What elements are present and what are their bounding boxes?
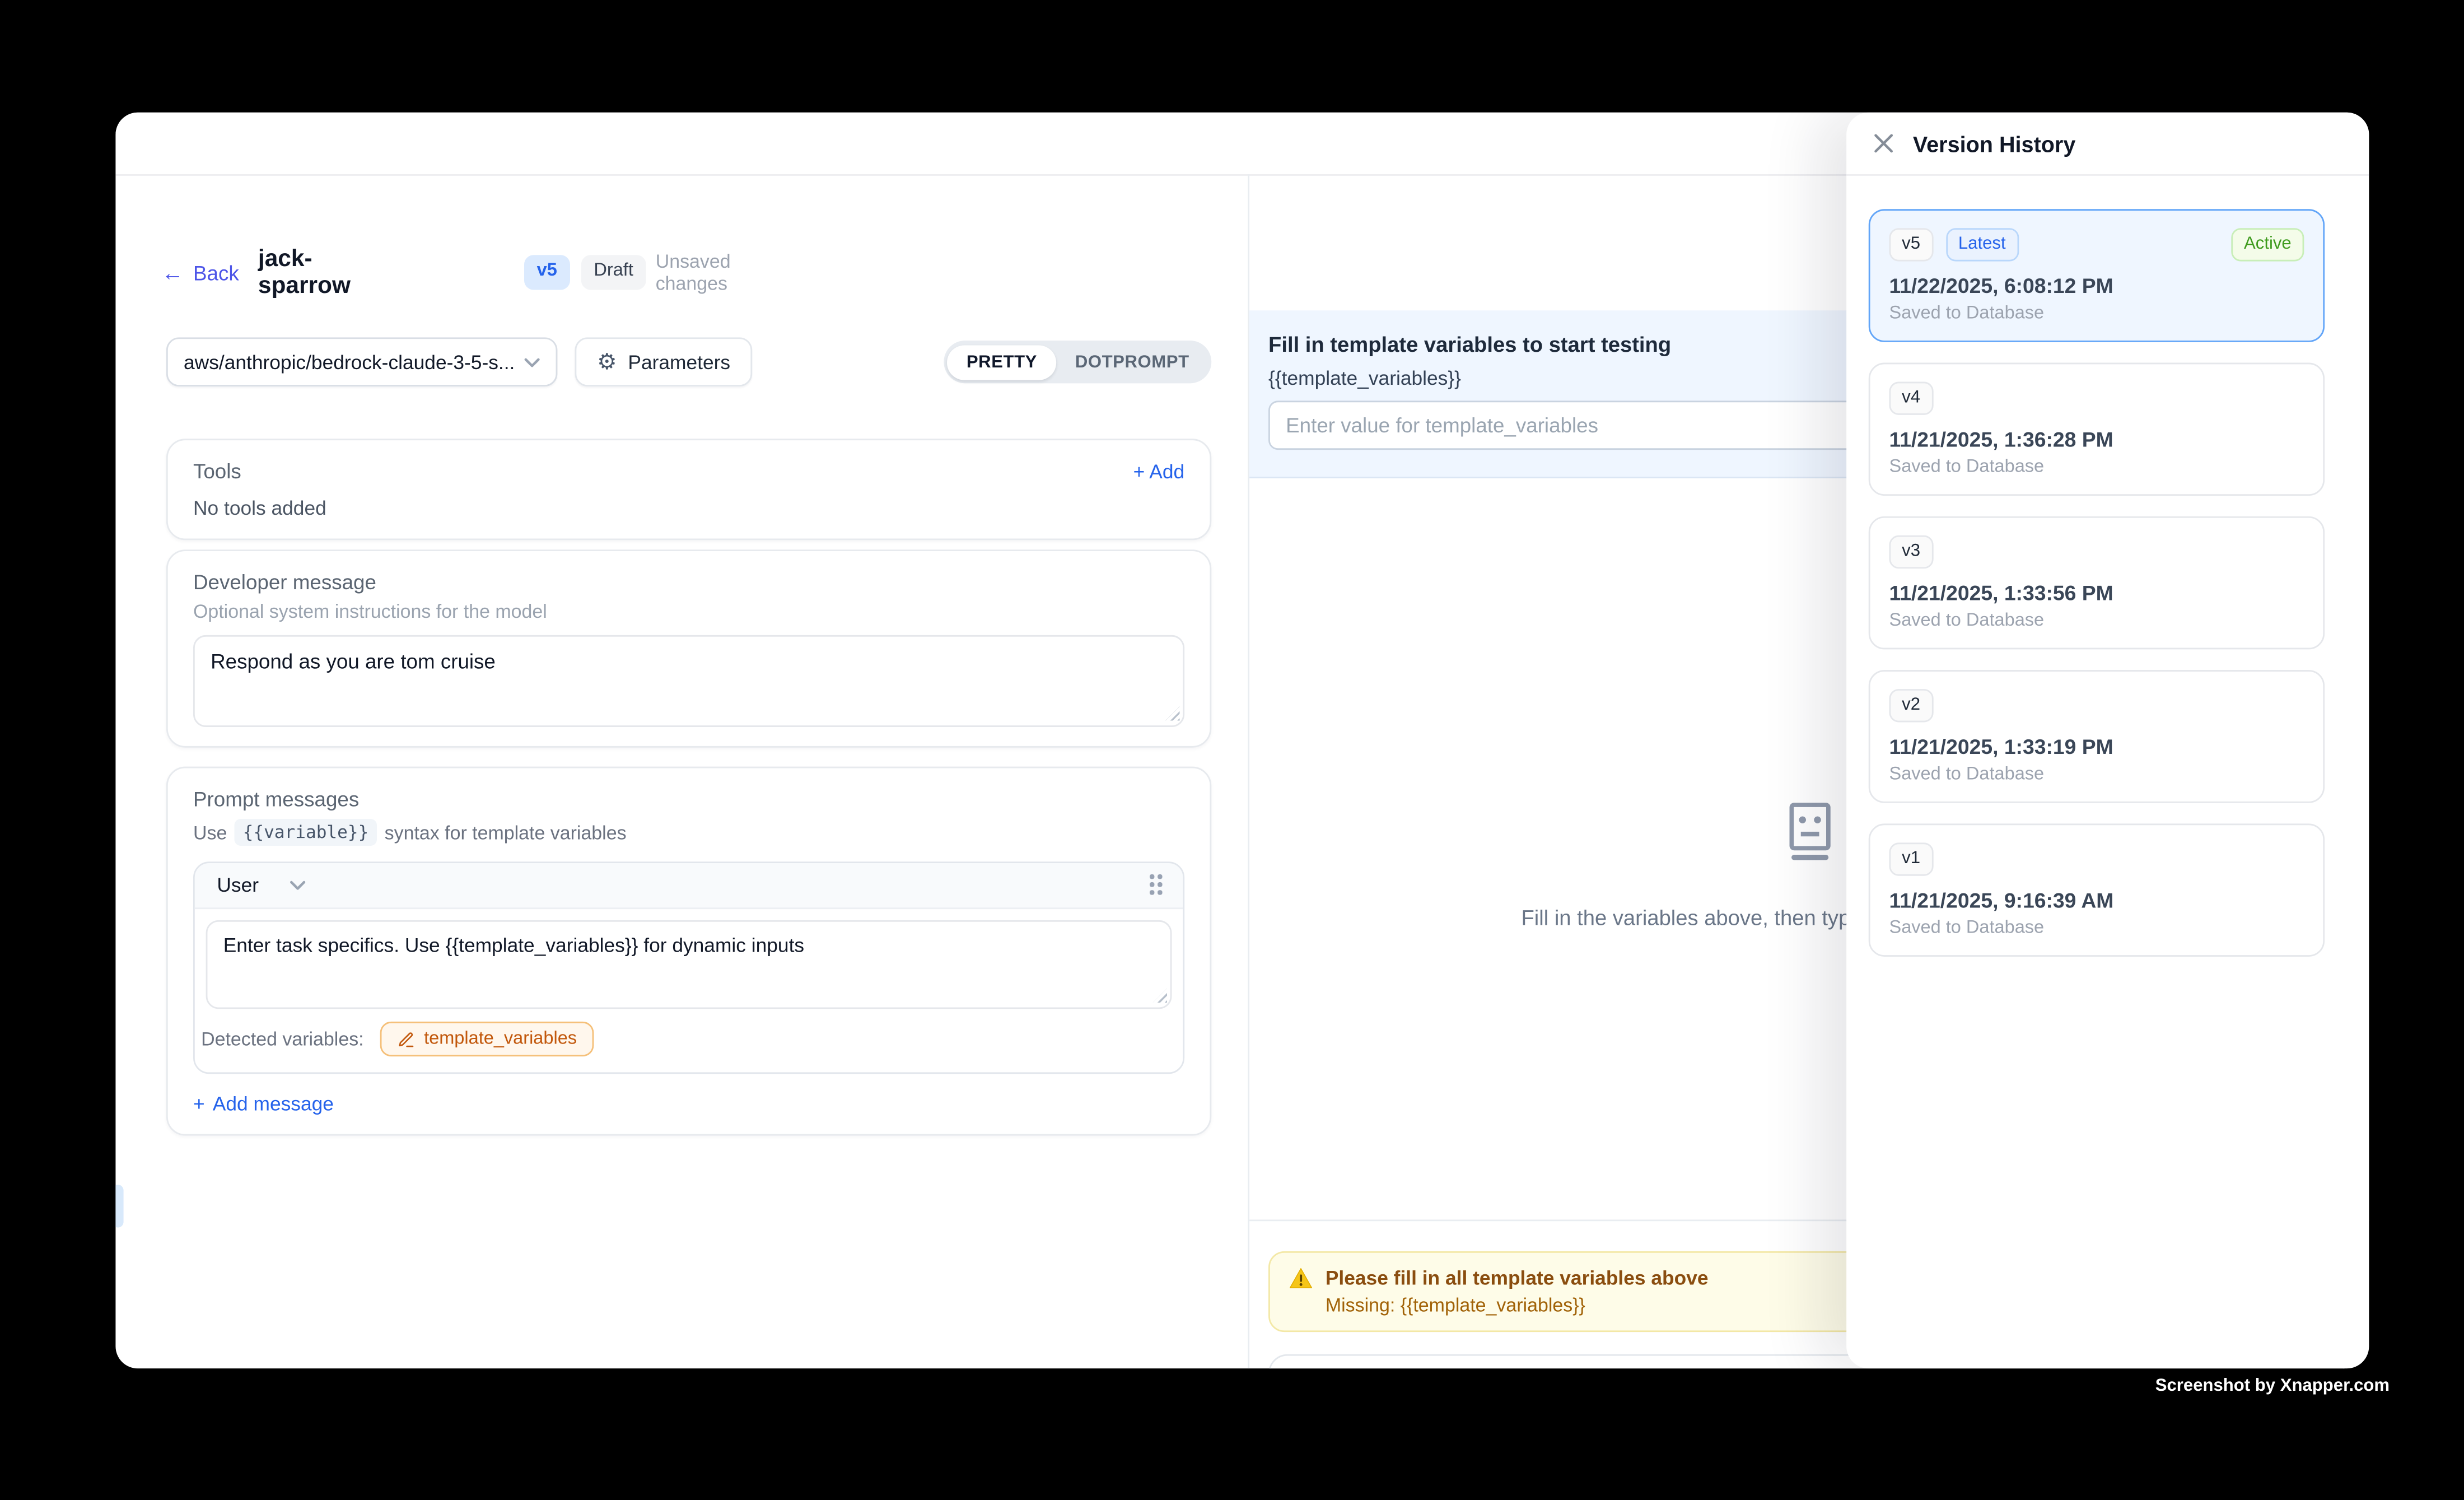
version-history-header: Version History — [1846, 113, 2369, 176]
plus-icon: + — [193, 1093, 205, 1115]
robot-icon — [1779, 800, 1842, 863]
hint-code: {{variable}} — [235, 819, 376, 846]
model-select[interactable]: aws/anthropic/bedrock-claude-3-5-s... — [166, 337, 557, 386]
version-card[interactable]: v5 Latest Active 11/22/2025, 6:08:12 PM … — [1869, 209, 2325, 342]
version-card[interactable]: v2 11/21/2025, 1:33:19 PM Saved to Datab… — [1869, 670, 2325, 803]
version-list: v5 Latest Active 11/22/2025, 6:08:12 PM … — [1846, 176, 2369, 957]
latest-badge: Latest — [1945, 228, 2018, 261]
tools-section: Tools + Add No tools added — [166, 439, 1211, 540]
developer-message-textarea[interactable]: Respond as you are tom cruise — [193, 635, 1184, 727]
version-badge: v5 — [1889, 228, 1933, 261]
parameters-button[interactable]: ⚙ Parameters — [575, 337, 752, 386]
version-card[interactable]: v4 11/21/2025, 1:36:28 PM Saved to Datab… — [1869, 363, 2325, 496]
app-window: ← Back jack-sparrow v5 Draft Unsaved cha… — [115, 113, 2369, 1368]
version-timestamp: 11/21/2025, 1:33:19 PM — [1889, 735, 2304, 758]
view-toggle: PRETTY DOTPROMPT — [944, 341, 1211, 383]
pencil-icon — [397, 1030, 414, 1047]
draft-badge: Draft — [581, 255, 646, 290]
warning-icon — [1289, 1267, 1313, 1289]
chevron-down-icon — [524, 357, 540, 367]
model-toolbar: aws/anthropic/bedrock-claude-3-5-s... ⚙ … — [166, 337, 1211, 386]
template-syntax-hint: Use {{variable}} syntax for template var… — [193, 819, 1184, 846]
version-badge: v1 — [1889, 842, 1933, 875]
role-select[interactable]: User — [207, 868, 315, 903]
variable-chip-label: template_variables — [424, 1029, 577, 1049]
version-badge: v5 — [524, 255, 570, 290]
gear-icon: ⚙ — [597, 351, 617, 373]
version-card[interactable]: v1 11/21/2025, 9:16:39 AM Saved to Datab… — [1869, 823, 2325, 957]
role-select-value: User — [217, 874, 259, 897]
version-status: Saved to Database — [1889, 919, 2304, 938]
version-history-panel: Version History v5 Latest Active 11/22/2… — [1846, 113, 2369, 1368]
toggle-pretty[interactable]: PRETTY — [948, 344, 1056, 379]
message-header: User — [195, 863, 1183, 909]
screen: ← Back jack-sparrow v5 Draft Unsaved cha… — [0, 0, 2464, 1500]
version-badge: v4 — [1889, 381, 1933, 414]
hint-suffix: syntax for template variables — [385, 821, 627, 844]
chevron-down-icon — [291, 881, 306, 890]
version-status: Saved to Database — [1889, 765, 2304, 784]
unsaved-changes-text: Unsaved changes — [656, 250, 731, 295]
add-tool-label: Add — [1149, 460, 1184, 482]
version-card[interactable]: v3 11/21/2025, 1:33:56 PM Saved to Datab… — [1869, 516, 2325, 650]
drag-handle-icon[interactable] — [1144, 868, 1170, 903]
message-block: User Enter task specifics. Use {{templat… — [193, 861, 1184, 1074]
version-badge: v2 — [1889, 689, 1933, 722]
variable-chip[interactable]: template_variables — [380, 1022, 594, 1056]
developer-message-title: Developer message — [193, 570, 1184, 594]
version-history-title: Version History — [1913, 131, 2075, 156]
page-title: jack-sparrow — [258, 245, 351, 299]
prompt-messages-section: Prompt messages Use {{variable}} syntax … — [166, 767, 1211, 1136]
version-timestamp: 11/21/2025, 1:33:56 PM — [1889, 581, 2304, 605]
active-badge: Active — [2231, 228, 2304, 261]
message-textarea[interactable]: Enter task specifics. Use {{template_var… — [206, 920, 1172, 1009]
add-message-button[interactable]: + Add message — [193, 1093, 1184, 1115]
add-message-label: Add message — [213, 1093, 334, 1115]
arrow-left-icon: ← — [161, 262, 184, 284]
model-select-value: aws/anthropic/bedrock-claude-3-5-s... — [184, 351, 524, 373]
tools-title: Tools — [193, 459, 241, 483]
add-tool-button[interactable]: + Add — [1133, 460, 1185, 482]
developer-message-subtitle: Optional system instructions for the mod… — [193, 600, 1184, 623]
developer-message-section: Developer message Optional system instru… — [166, 549, 1211, 747]
tools-empty-text: No tools added — [193, 497, 1184, 520]
prompt-messages-title: Prompt messages — [193, 787, 1184, 810]
toggle-dotprompt[interactable]: DOTPROMPT — [1056, 344, 1208, 379]
detected-variables-label: Detected variables: — [201, 1028, 364, 1050]
watermark: Screenshot by Xnapper.com — [2155, 1376, 2390, 1395]
version-timestamp: 11/22/2025, 6:08:12 PM — [1889, 274, 2304, 297]
plus-icon: + — [1133, 460, 1145, 482]
hint-prefix: Use — [193, 821, 227, 844]
version-timestamp: 11/21/2025, 1:36:28 PM — [1889, 427, 2304, 451]
close-icon[interactable] — [1873, 133, 1894, 154]
back-label: Back — [193, 260, 239, 284]
version-status: Saved to Database — [1889, 612, 2304, 631]
parameters-label: Parameters — [628, 351, 730, 373]
version-badge: v3 — [1889, 535, 1933, 569]
version-status: Saved to Database — [1889, 458, 2304, 477]
drawer-handle[interactable] — [115, 1185, 123, 1227]
detected-variables-row: Detected variables: template_variables — [195, 1009, 1183, 1072]
version-status: Saved to Database — [1889, 304, 2304, 323]
warning-title: Please fill in all template variables ab… — [1326, 1267, 1709, 1289]
version-timestamp: 11/21/2025, 9:16:39 AM — [1889, 888, 2304, 912]
back-button[interactable]: ← Back — [161, 260, 239, 284]
